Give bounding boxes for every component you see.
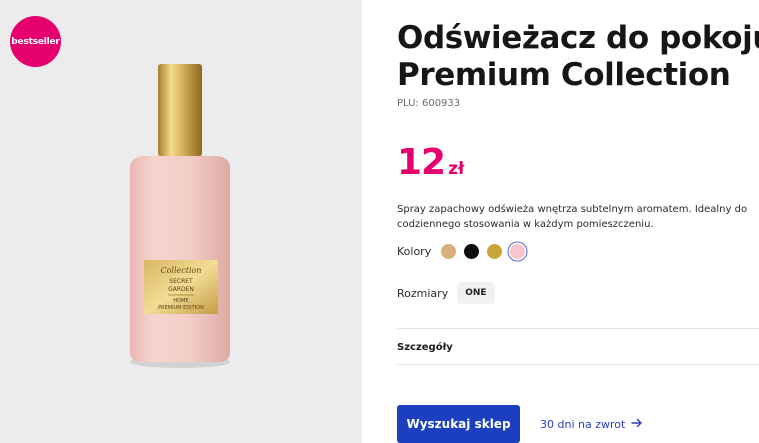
size-selector: Rozmiary ONE <box>397 282 495 304</box>
bestseller-badge: bestseller <box>10 16 61 67</box>
colors-label: Kolory <box>397 245 432 258</box>
product-image[interactable]: Collection SECRET GARDEN HOME PREMIUM ED… <box>0 0 362 443</box>
svg-text:SECRET: SECRET <box>169 278 193 285</box>
find-store-button[interactable]: Wyszukaj sklep <box>397 405 520 443</box>
svg-text:Collection: Collection <box>160 266 201 275</box>
returns-link[interactable]: 30 dni na zwrot <box>540 418 643 431</box>
price-currency: zł <box>448 159 465 179</box>
color-swatch-gold[interactable] <box>487 244 503 259</box>
bottle-illustration: Collection SECRET GARDEN HOME PREMIUM ED… <box>130 64 230 368</box>
color-swatch-beige[interactable] <box>441 244 457 259</box>
details-accordion[interactable]: Szczegóły <box>397 342 453 353</box>
sizes-label: Rozmiary <box>397 286 449 300</box>
product-title-line2: Premium Collection <box>397 57 731 93</box>
color-swatch-pink[interactable] <box>510 244 526 259</box>
size-option-one[interactable]: ONE <box>457 282 495 304</box>
svg-text:HOME: HOME <box>173 298 188 304</box>
color-selector: Kolory <box>397 244 533 259</box>
svg-text:PREMIUM EDITION: PREMIUM EDITION <box>158 305 204 311</box>
product-details: Odświeżacz do pokoju Premium Collection … <box>397 0 759 443</box>
product-title: Odświeżacz do pokoju Premium Collection <box>397 20 759 94</box>
color-swatch-black[interactable] <box>464 244 480 259</box>
divider-bottom <box>397 364 759 365</box>
color-swatches <box>441 244 533 259</box>
product-description: Spray zapachowy odświeża wnętrza subteln… <box>397 204 748 230</box>
product-price: 12 zł <box>397 142 464 183</box>
divider-top <box>397 328 759 329</box>
svg-text:GARDEN: GARDEN <box>168 286 194 293</box>
product-title-line1: Odświeżacz do pokoju <box>397 20 759 56</box>
arrow-right-icon <box>631 418 643 431</box>
returns-link-label: 30 dni na zwrot <box>540 418 626 431</box>
product-plu: PLU: 600933 <box>397 98 461 109</box>
price-value: 12 <box>397 142 446 183</box>
